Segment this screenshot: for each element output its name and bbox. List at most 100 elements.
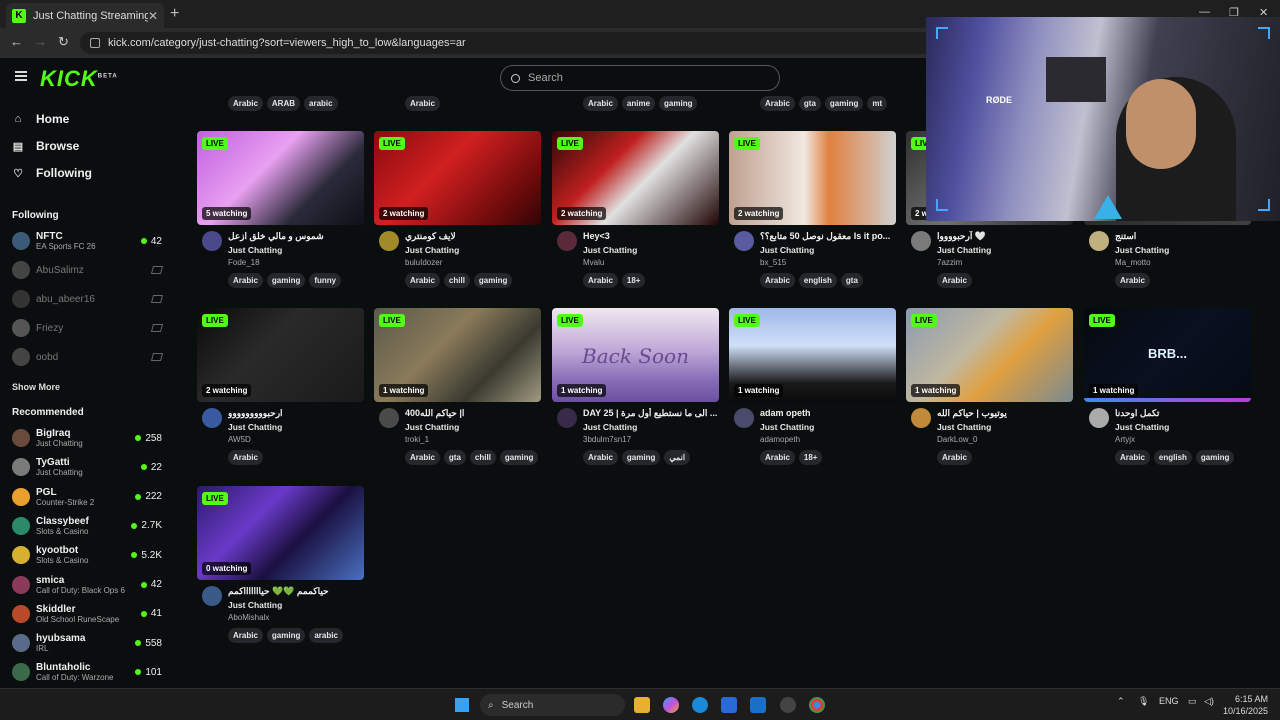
- streamer-name[interactable]: bx_515: [760, 258, 786, 267]
- tag-chip[interactable]: english: [1153, 450, 1192, 465]
- stream-card[interactable]: LIVE 1 watching يوتيوب | حياكم الله Just Ch…: [906, 308, 1073, 478]
- tag-chip[interactable]: chill: [443, 273, 470, 288]
- stream-card[interactable]: LIVE 1 watching 400ا| حياكم الله Just Chatt…: [374, 308, 541, 478]
- recommended-channel[interactable]: smica Call of Duty: Black Ops 6 42: [12, 572, 162, 598]
- recommended-channel[interactable]: kyootbot Slots & Casino 5.2K: [12, 542, 162, 568]
- tag-chip[interactable]: anime: [621, 96, 656, 111]
- stream-category[interactable]: Just Chatting: [228, 422, 282, 432]
- tag-chip[interactable]: chill: [469, 450, 496, 465]
- menu-icon[interactable]: [15, 71, 27, 81]
- address-bar[interactable]: kick.com/category/just-chatting?sort=vie…: [80, 32, 940, 54]
- outlook-icon[interactable]: [750, 697, 766, 713]
- stream-thumbnail[interactable]: BRB... LIVE 1 watching: [1084, 308, 1251, 402]
- stream-thumbnail[interactable]: LIVE 1 watching: [374, 308, 541, 402]
- tag-chip[interactable]: Arabic: [583, 450, 618, 465]
- stream-title[interactable]: لايف كومنتري: [405, 231, 539, 242]
- stream-category[interactable]: Just Chatting: [1115, 422, 1169, 432]
- sidebar-item-home[interactable]: ⌂ Home: [12, 112, 70, 126]
- mic-icon[interactable]: 🎙: [1138, 696, 1149, 707]
- stream-category[interactable]: Just Chatting: [937, 422, 991, 432]
- avatar[interactable]: [734, 231, 754, 251]
- recommended-channel[interactable]: TyGatti Just Chatting 22: [12, 454, 162, 480]
- recommended-channel[interactable]: Bluntaholic Call of Duty: Warzone 101: [12, 659, 162, 685]
- stream-category[interactable]: Just Chatting: [1115, 245, 1169, 255]
- tag-chip[interactable]: gaming: [824, 96, 864, 111]
- stream-title[interactable]: Hey<3: [583, 231, 717, 241]
- streamer-name[interactable]: DarkLow_0: [937, 435, 977, 444]
- tag-chip[interactable]: Arabic: [228, 96, 263, 111]
- tag-chip[interactable]: 18+: [621, 273, 646, 288]
- avatar[interactable]: [557, 231, 577, 251]
- clock[interactable]: 6:15 AM 10/16/2025: [1223, 693, 1268, 717]
- network-icon[interactable]: ▭: [1188, 696, 1197, 707]
- streamer-name[interactable]: Artyjx: [1115, 435, 1135, 444]
- tag-chip[interactable]: gaming: [621, 450, 661, 465]
- stream-thumbnail[interactable]: LIVE 2 watching: [374, 131, 541, 225]
- tag-chip[interactable]: Arabic: [405, 96, 440, 111]
- stream-title[interactable]: ارحبووووووووو: [228, 408, 362, 419]
- chrome-icon[interactable]: [809, 697, 825, 713]
- language-indicator[interactable]: ENG: [1159, 696, 1179, 706]
- stream-thumbnail[interactable]: LIVE 1 watching: [729, 308, 896, 402]
- streamer-name[interactable]: Ma_motto: [1115, 258, 1151, 267]
- tag-chip[interactable]: انمي: [664, 450, 691, 465]
- stream-category[interactable]: Just Chatting: [760, 422, 814, 432]
- tag-chip[interactable]: Arabic: [583, 273, 618, 288]
- avatar[interactable]: [202, 586, 222, 606]
- browser-tab[interactable]: K Just Chatting Streaming - Live ✕: [6, 3, 164, 28]
- stream-card[interactable]: LIVE 0 watching حياكممم 💚💚 حياااااااكمم Jus…: [197, 486, 364, 656]
- stream-thumbnail[interactable]: Back Soon LIVE 1 watching: [552, 308, 719, 402]
- following-channel[interactable]: Friezy: [12, 315, 164, 341]
- stream-title[interactable]: آرحبووووا 🤍: [937, 231, 1071, 242]
- file-explorer-icon[interactable]: [634, 697, 650, 713]
- tag-chip[interactable]: Arabic: [583, 96, 618, 111]
- tag-chip[interactable]: Arabic: [1115, 450, 1150, 465]
- recommended-channel[interactable]: hyubsama IRL 558: [12, 630, 162, 656]
- tag-chip[interactable]: ARAB: [266, 96, 301, 111]
- stream-title[interactable]: معقول نوصل 50 متابع؟؟ Is it po...: [760, 231, 894, 242]
- following-channel[interactable]: AbuSalimz: [12, 257, 164, 283]
- stream-card[interactable]: LIVE 2 watching معقول نوصل 50 متابع؟؟ Is i…: [729, 131, 896, 301]
- streamer-name[interactable]: AW5D: [228, 435, 251, 444]
- stream-title[interactable]: تكمل اوحدنا: [1115, 408, 1249, 419]
- stream-thumbnail[interactable]: LIVE 1 watching: [906, 308, 1073, 402]
- edge-icon[interactable]: [692, 697, 708, 713]
- stream-card[interactable]: LIVE 5 watching شموس و مالي خلق ازعل Just C…: [197, 131, 364, 301]
- stream-title[interactable]: يوتيوب | حياكم الله: [937, 408, 1071, 419]
- tag-chip[interactable]: 18+: [798, 450, 823, 465]
- stream-card[interactable]: BRB... LIVE 1 watching تكمل اوحدنا Just Chat…: [1084, 308, 1251, 478]
- tag-chip[interactable]: Arabic: [760, 273, 795, 288]
- tag-chip[interactable]: Arabic: [405, 273, 440, 288]
- stream-thumbnail[interactable]: LIVE 2 watching: [197, 308, 364, 402]
- taskbar-search[interactable]: ⌕ Search: [480, 694, 625, 716]
- stream-title[interactable]: adam opeth: [760, 408, 894, 418]
- stream-card[interactable]: LIVE 2 watching لايف كومنتري Just Chatting b…: [374, 131, 541, 301]
- search-input[interactable]: Search: [500, 65, 780, 91]
- following-channel[interactable]: oobd: [12, 344, 164, 370]
- show-more-button[interactable]: Show More: [12, 382, 60, 392]
- tag-chip[interactable]: english: [798, 273, 837, 288]
- avatar[interactable]: [734, 408, 754, 428]
- recommended-channel[interactable]: Classybeef Slots & Casino 2.7K: [12, 513, 162, 539]
- streamer-name[interactable]: 3bdulm7sn17: [583, 435, 631, 444]
- stream-card[interactable]: Back Soon LIVE 1 watching DAY 25 | الى ما ن…: [552, 308, 719, 478]
- stream-title[interactable]: حياكممم 💚💚 حياااااااكمم: [228, 586, 362, 597]
- avatar[interactable]: [202, 408, 222, 428]
- volume-icon[interactable]: ◁): [1204, 696, 1214, 707]
- stream-category[interactable]: Just Chatting: [760, 245, 814, 255]
- tag-chip[interactable]: gaming: [1195, 450, 1235, 465]
- stream-category[interactable]: Just Chatting: [405, 245, 459, 255]
- tag-chip[interactable]: gaming: [659, 96, 698, 111]
- recommended-channel[interactable]: BigIraq Just Chatting 258: [12, 425, 162, 451]
- tray-chevron-icon[interactable]: ⌃: [1117, 696, 1125, 707]
- following-channel[interactable]: NFTC EA Sports FC 26 42: [12, 228, 162, 254]
- stream-title[interactable]: 400ا| حياكم الله: [405, 408, 539, 419]
- tag-chip[interactable]: Arabic: [937, 450, 972, 465]
- copilot-icon[interactable]: [663, 697, 679, 713]
- stream-card[interactable]: LIVE 2 watching Hey<3 Just Chatting Mvalu Ara…: [552, 131, 719, 301]
- avatar[interactable]: [379, 408, 399, 428]
- sidebar-item-following[interactable]: ♡ Following: [12, 166, 92, 180]
- kick-logo[interactable]: KICKBETA: [40, 66, 118, 92]
- tag-chip[interactable]: mt: [867, 96, 888, 111]
- stream-category[interactable]: Just Chatting: [228, 245, 282, 255]
